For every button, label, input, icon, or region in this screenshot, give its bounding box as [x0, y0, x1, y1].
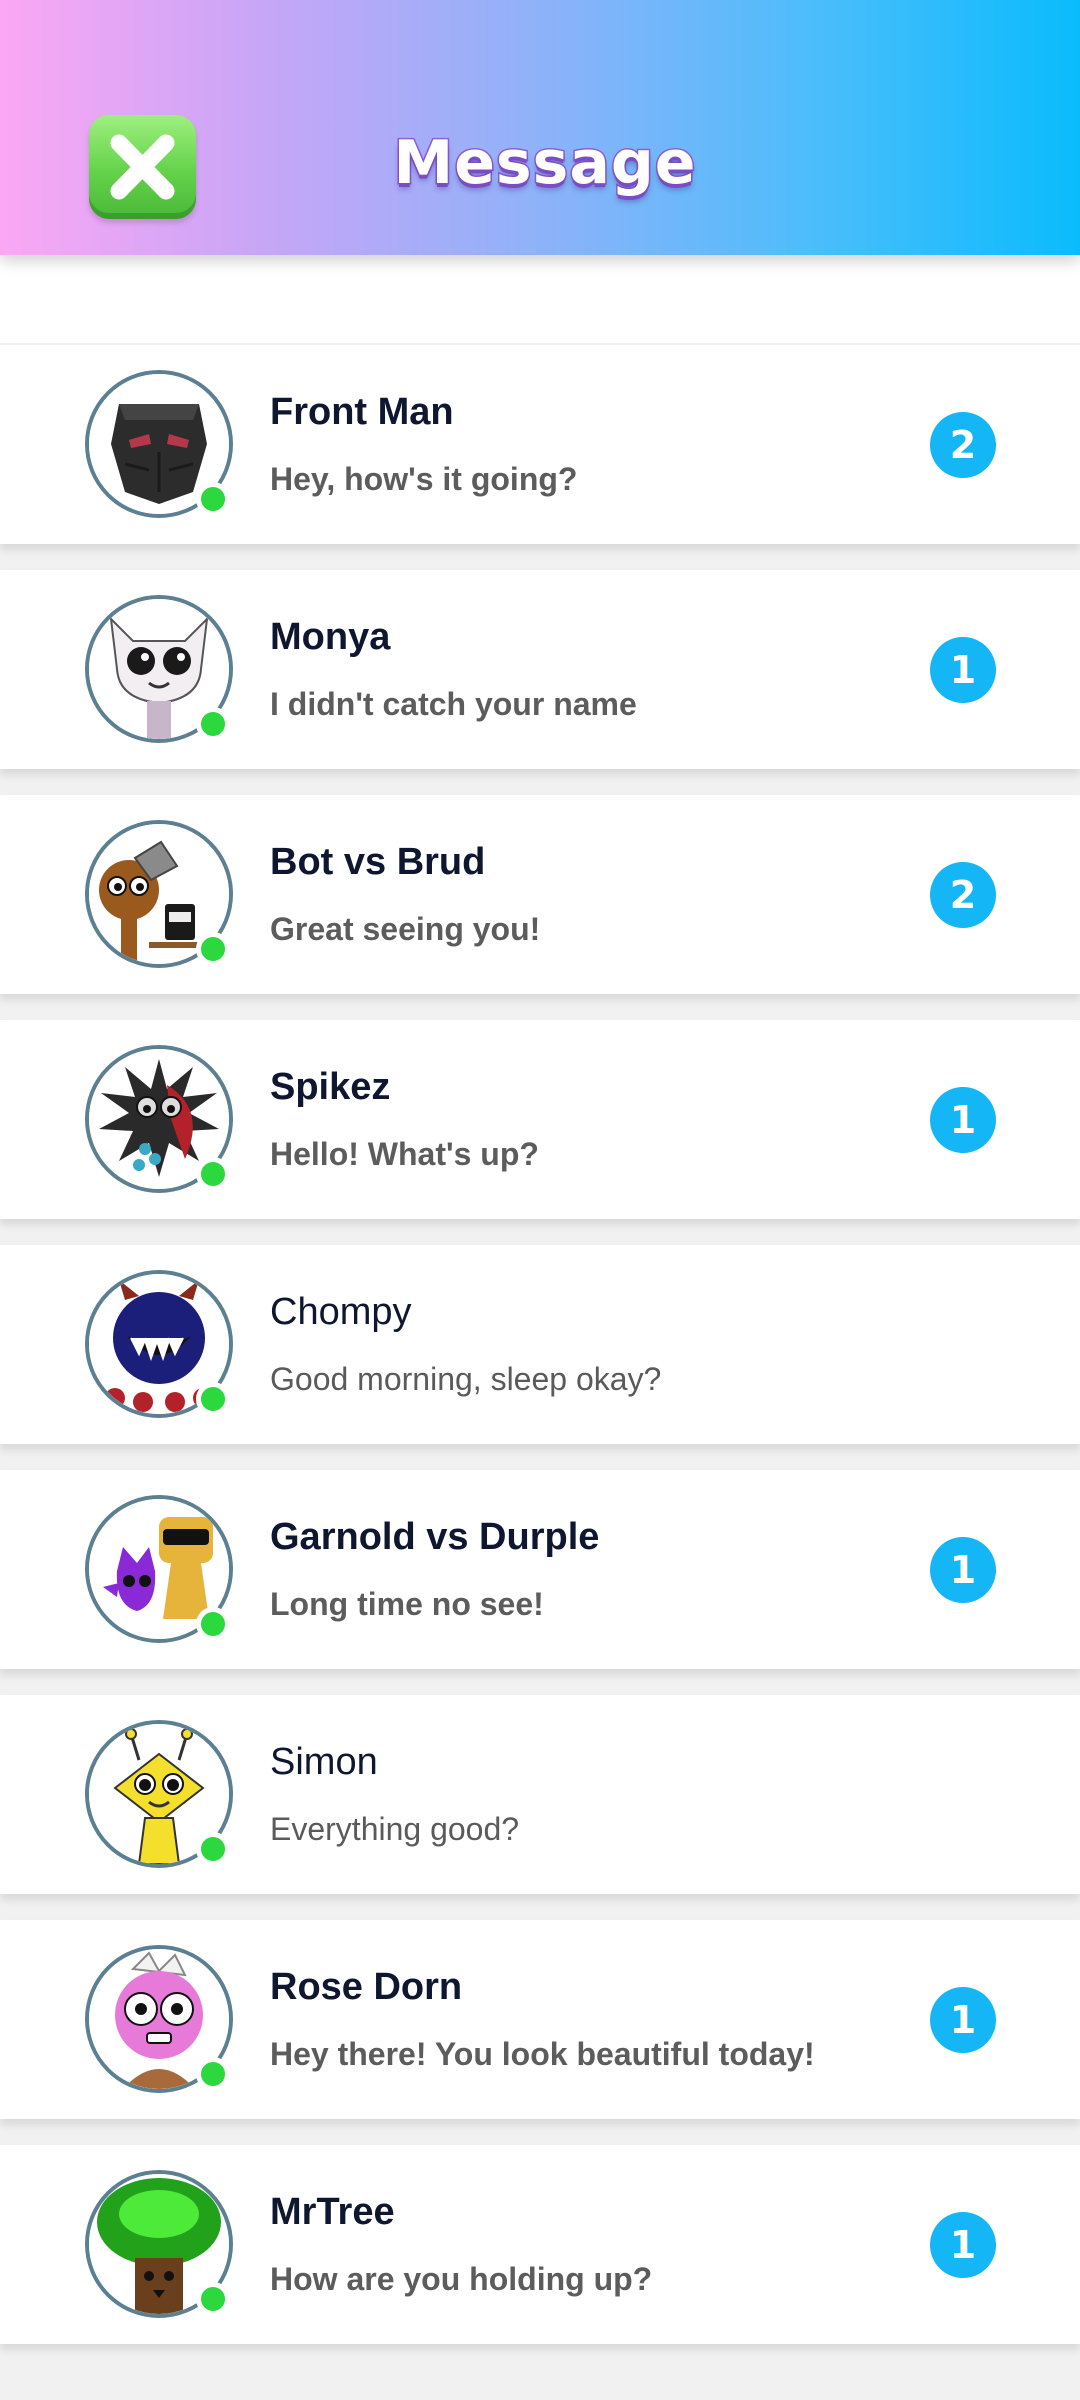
unread-count-badge: 1 [930, 1987, 996, 2053]
contact-name: Chompy [270, 1291, 412, 1333]
message-preview: Great seeing you! [270, 911, 541, 947]
message-preview: Everything good? [270, 1811, 520, 1847]
online-status-icon [196, 1157, 230, 1191]
list-top-spacer [0, 255, 1080, 343]
online-status-icon [196, 1832, 230, 1866]
message-preview: Hello! What's up? [270, 1136, 539, 1172]
message-preview: Long time no see! [270, 1586, 544, 1622]
conversation-list: Front Man Hey, how's it going? 2 Monya I… [0, 345, 1080, 2370]
conversation-item[interactable]: Chompy Good morning, sleep okay? [0, 1245, 1080, 1444]
unread-count-badge: 1 [930, 1537, 996, 1603]
message-preview: I didn't catch your name [270, 686, 637, 722]
contact-name: Front Man [270, 391, 454, 433]
conversation-item[interactable]: Garnold vs Durple Long time no see! 1 [0, 1470, 1080, 1669]
online-status-icon [196, 707, 230, 741]
online-status-icon [196, 932, 230, 966]
contact-name: Rose Dorn [270, 1966, 463, 2008]
online-status-icon [196, 1382, 230, 1416]
unread-count-badge: 2 [930, 412, 996, 478]
online-status-icon [196, 2057, 230, 2091]
unread-count-badge: 1 [930, 2212, 996, 2278]
message-preview: Hey there! You look beautiful today! [270, 2036, 815, 2072]
unread-count-badge: 1 [930, 1087, 996, 1153]
contact-name: MrTree [270, 2191, 395, 2233]
online-status-icon [196, 482, 230, 516]
message-preview: Hey, how's it going? [270, 461, 578, 497]
conversation-item[interactable]: Rose Dorn Hey there! You look beautiful … [0, 1920, 1080, 2119]
contact-name: Simon [270, 1741, 378, 1783]
conversation-item[interactable]: MrTree How are you holding up? 1 [0, 2145, 1080, 2344]
online-status-icon [196, 1607, 230, 1641]
unread-count-badge: 1 [930, 637, 996, 703]
contact-name: Spikez [270, 1066, 391, 1108]
conversation-item[interactable]: Spikez Hello! What's up? 1 [0, 1020, 1080, 1219]
conversation-item[interactable]: Simon Everything good? [0, 1695, 1080, 1894]
contact-name: Bot vs Brud [270, 841, 486, 883]
unread-count-badge: 2 [930, 862, 996, 928]
conversation-item[interactable]: Front Man Hey, how's it going? 2 [0, 345, 1080, 544]
message-preview: Good morning, sleep okay? [270, 1361, 662, 1397]
conversation-item[interactable]: Bot vs Brud Great seeing you! 2 [0, 795, 1080, 994]
message-preview: How are you holding up? [270, 2261, 653, 2297]
header-bar: Message [0, 0, 1080, 255]
online-status-icon [196, 2282, 230, 2316]
contact-name: Garnold vs Durple [270, 1516, 600, 1558]
conversation-item[interactable]: Monya I didn't catch your name 1 [0, 570, 1080, 769]
page-title: Message [392, 127, 697, 200]
contact-name: Monya [270, 616, 391, 658]
